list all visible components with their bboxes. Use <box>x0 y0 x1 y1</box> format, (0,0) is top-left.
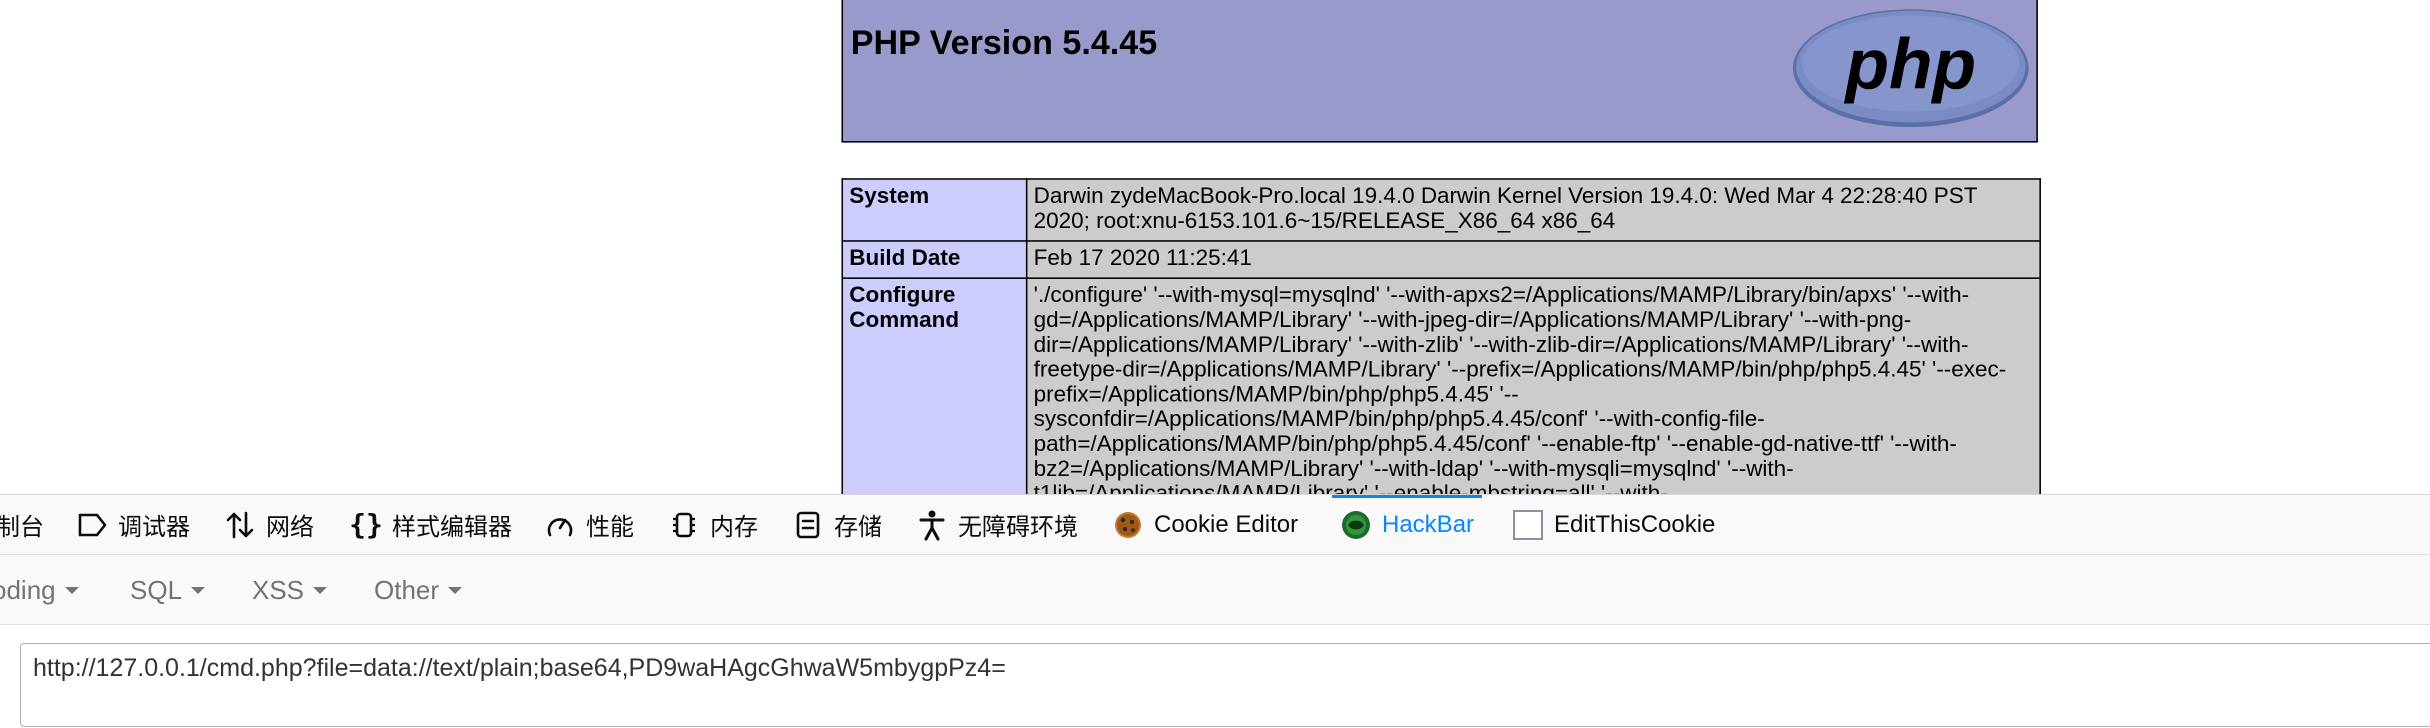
menu-label: Other <box>374 574 440 605</box>
table-row: Configure Command './configure' '--with-… <box>841 277 2041 515</box>
tab-label: 存储 <box>834 514 882 541</box>
row-key: Build Date <box>841 240 1028 279</box>
tab-console[interactable]: 制台 <box>0 495 44 554</box>
tab-cookie-editor[interactable]: Cookie Editor <box>1112 495 1298 554</box>
tab-debugger[interactable]: 调试器 <box>76 495 190 554</box>
php-logo: php <box>1793 9 2029 128</box>
url-area: http://127.0.0.1/cmd.php?file=data://tex… <box>0 625 2430 727</box>
menu-label: oding <box>0 574 56 605</box>
tab-label: 调试器 <box>118 514 190 541</box>
tab-label: 制台 <box>0 514 44 541</box>
sql-menu[interactable]: SQL <box>130 555 206 625</box>
performance-icon <box>544 509 576 541</box>
hackbar-toolbar: oding SQL XSS Other <box>0 555 2430 625</box>
php-logo-text: php <box>1843 24 1976 104</box>
tab-label: 无障碍环境 <box>958 514 1078 541</box>
memory-icon <box>668 509 700 541</box>
tab-label: HackBar <box>1382 510 1475 538</box>
url-input[interactable]: http://127.0.0.1/cmd.php?file=data://tex… <box>20 643 2430 727</box>
tab-label: 网络 <box>266 514 314 541</box>
tab-label: EditThisCookie <box>1554 510 1716 538</box>
encoding-menu[interactable]: oding <box>0 555 79 625</box>
tab-network[interactable]: 网络 <box>224 495 314 554</box>
menu-label: XSS <box>252 574 305 605</box>
chevron-down-icon <box>313 586 328 594</box>
chevron-down-icon <box>448 586 463 594</box>
tab-performance[interactable]: 性能 <box>544 495 634 554</box>
style-editor-icon: {} <box>349 508 383 541</box>
row-value: './configure' '--with-mysql=mysqlnd' '--… <box>1025 277 2041 515</box>
network-icon <box>224 509 256 541</box>
page-title: PHP Version 5.4.45 <box>850 23 1158 62</box>
cookie-icon <box>1112 509 1144 541</box>
hackbar-icon <box>1340 509 1372 541</box>
storage-icon <box>792 509 824 541</box>
tab-accessibility[interactable]: 无障碍环境 <box>916 495 1078 554</box>
menu-label: SQL <box>130 574 183 605</box>
php-info-table: System Darwin zydeMacBook-Pro.local 19.4… <box>841 178 2041 515</box>
tab-label: Cookie Editor <box>1154 510 1299 538</box>
tab-editthiscookie[interactable]: EditThisCookie <box>1512 495 1715 554</box>
row-value: Feb 17 2020 11:25:41 <box>1025 240 2041 279</box>
tab-style-editor[interactable]: {} 样式编辑器 <box>349 495 512 554</box>
devtools-tab-bar: 制台 调试器 网络 {} 样式编辑器 性能 内存 存储 无障碍环境 Cookie… <box>0 495 2430 555</box>
chevron-down-icon <box>191 586 206 594</box>
accessibility-icon <box>916 509 948 541</box>
xss-menu[interactable]: XSS <box>252 555 328 625</box>
row-key: Configure Command <box>841 277 1028 515</box>
debugger-icon <box>76 509 108 541</box>
chevron-down-icon <box>64 586 79 594</box>
editthiscookie-icon <box>1512 509 1544 541</box>
tab-label: 性能 <box>586 514 634 541</box>
row-value: Darwin zydeMacBook-Pro.local 19.4.0 Darw… <box>1025 178 2041 242</box>
tab-memory[interactable]: 内存 <box>668 495 758 554</box>
devtools-panel: 制台 调试器 网络 {} 样式编辑器 性能 内存 存储 无障碍环境 Cookie… <box>0 494 2430 727</box>
tab-hackbar[interactable]: HackBar <box>1331 495 1483 554</box>
tab-label: 内存 <box>710 514 758 541</box>
tab-storage[interactable]: 存储 <box>792 495 882 554</box>
tab-label: 样式编辑器 <box>392 514 512 541</box>
php-header: PHP Version 5.4.45 php <box>841 0 2038 143</box>
other-menu[interactable]: Other <box>374 555 463 625</box>
table-row: System Darwin zydeMacBook-Pro.local 19.4… <box>841 178 2041 242</box>
row-key: System <box>841 178 1028 242</box>
table-row: Build Date Feb 17 2020 11:25:41 <box>841 240 2041 279</box>
